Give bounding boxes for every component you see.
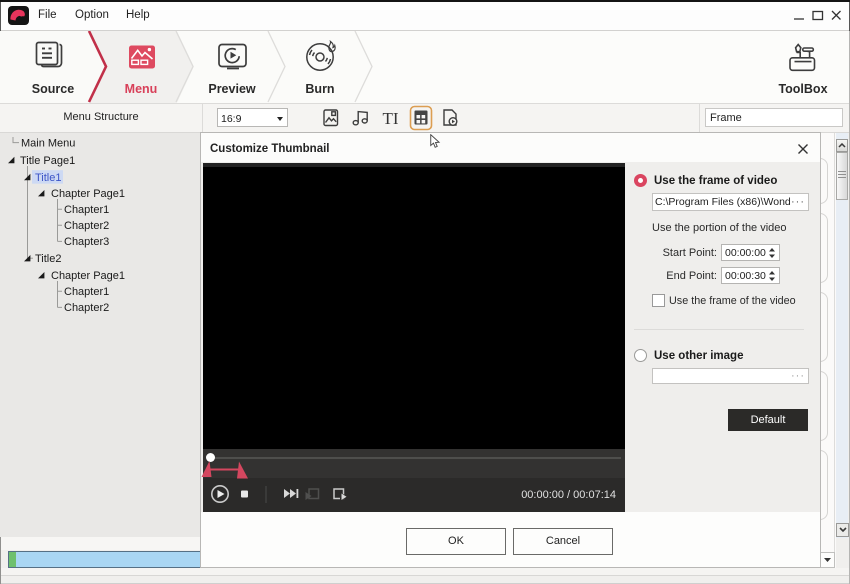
- svg-text:Chapter1: Chapter1: [64, 204, 109, 216]
- svg-text:TI: TI: [383, 109, 399, 128]
- svg-text:Title Page1: Title Page1: [20, 155, 75, 167]
- svg-text:Chapter1: Chapter1: [64, 286, 109, 298]
- svg-text:Chapter2: Chapter2: [64, 220, 109, 232]
- svg-text:Chapter Page1: Chapter Page1: [51, 188, 125, 200]
- svg-text:Chapter3: Chapter3: [64, 236, 109, 248]
- svg-text:Title2: Title2: [35, 253, 62, 265]
- svg-text:Chapter Page1: Chapter Page1: [51, 270, 125, 282]
- svg-text:00:00:00 / 00:07:14: 00:00:00 / 00:07:14: [521, 489, 616, 501]
- svg-text:Chapter2: Chapter2: [64, 302, 109, 314]
- svg-text:Main Menu: Main Menu: [21, 137, 75, 149]
- svg-text:Title1: Title1: [35, 172, 62, 184]
